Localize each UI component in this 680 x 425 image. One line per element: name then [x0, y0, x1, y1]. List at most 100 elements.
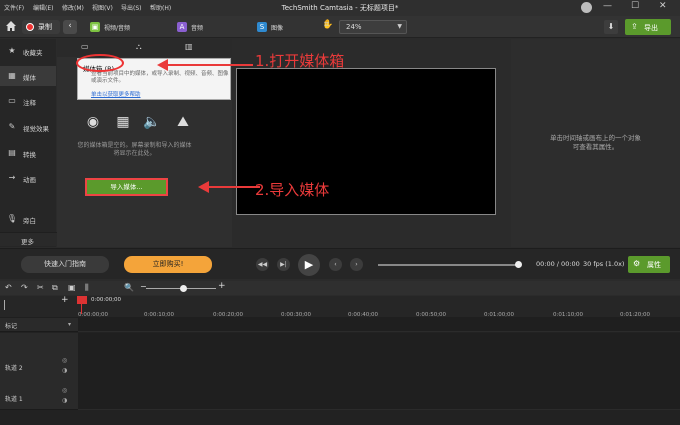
- tools-sidebar: ★ 收藏夹 ▦ 媒体 ▭ 注释 ✎ 视觉效果 ▤ 转换 → 动画 🎙 旁白: [0, 39, 56, 247]
- prev-frame-icon[interactable]: ‹: [329, 258, 342, 271]
- upload-icon: ⇪: [631, 22, 638, 31]
- record-icon: [26, 23, 34, 31]
- buy-now-button[interactable]: 立即购买!: [124, 256, 212, 273]
- next-frame-icon[interactable]: ›: [350, 258, 363, 271]
- wand-icon: ✎: [8, 122, 16, 131]
- export-label: 导出: [644, 24, 658, 32]
- user-avatar-icon[interactable]: [581, 2, 592, 13]
- sidebar-item-visual-effects[interactable]: ✎ 视觉效果: [0, 117, 56, 137]
- audio-icon: A: [177, 22, 187, 32]
- fps-readout: 30 fps (1.0x): [583, 260, 625, 268]
- rewind-icon[interactable]: ▶|: [277, 258, 290, 271]
- home-icon[interactable]: [5, 20, 17, 32]
- timeline-toolbar: ↶ ↷ ✂ ⧉ ▣ ⫼ 🔍 − +: [0, 281, 680, 295]
- tab-audio[interactable]: A 音频: [174, 19, 236, 35]
- timeline-zoom-handle[interactable]: [180, 285, 187, 292]
- collapse-panel-button[interactable]: ‹: [63, 20, 77, 34]
- properties-button-label: 属性: [647, 261, 661, 269]
- track-lock-icon[interactable]: ◑: [62, 397, 67, 404]
- sidebar-item-label: 注释: [23, 99, 36, 107]
- track-lock-icon[interactable]: ◑: [62, 367, 67, 374]
- sidebar-item-label: 媒体: [23, 74, 36, 82]
- tab-label: 图像: [271, 25, 284, 32]
- zoom-value: 24%: [346, 23, 362, 31]
- track-1-label: 轨道 1: [5, 396, 23, 403]
- more-button[interactable]: 更多: [21, 236, 34, 246]
- close-icon[interactable]: ✕: [659, 1, 667, 11]
- minimize-icon[interactable]: —: [603, 1, 612, 11]
- sidebar-item-animations[interactable]: → 动画: [0, 168, 56, 188]
- star-icon: ★: [8, 46, 16, 55]
- crop-tool-icon[interactable]: ⌗: [324, 20, 329, 30]
- add-track-icon[interactable]: +: [61, 295, 69, 305]
- books-tab-icon[interactable]: ▥: [185, 42, 193, 51]
- media-empty-text: 您的媒体箱是空的。屏幕录制和导入的媒体将显示在此处。: [77, 142, 192, 157]
- zoom-in-icon[interactable]: +: [218, 281, 226, 291]
- record-button[interactable]: 录制: [22, 20, 60, 34]
- transition-icon: ▤: [8, 148, 16, 157]
- quick-start-guide-button[interactable]: 快速入门指南: [21, 256, 109, 273]
- track-visibility-icon[interactable]: ◎: [62, 357, 67, 364]
- sidebar-item-label: 动画: [23, 176, 36, 184]
- cut-icon[interactable]: ✂: [37, 283, 44, 292]
- track-visibility-icon[interactable]: ◎: [62, 387, 67, 394]
- step1-arrow: [157, 59, 253, 71]
- marker-track-header: 标记 ▾: [0, 318, 78, 332]
- timeline-tracks: 标记 ▾ 轨道 2 ◎ ◑ 轨道 1 ◎ ◑: [0, 318, 680, 425]
- download-button[interactable]: ⬇: [604, 20, 618, 34]
- split-icon[interactable]: ⫼: [85, 283, 89, 293]
- track-lane-1[interactable]: [78, 380, 680, 410]
- mic-icon: 🎙: [6, 214, 18, 223]
- library-tab-icon[interactable]: ⛬: [136, 42, 142, 52]
- playback-scrubber[interactable]: [378, 264, 520, 266]
- canvas-zoom-select[interactable]: 24% ▼: [339, 20, 407, 34]
- maximize-icon[interactable]: ☐: [631, 1, 639, 11]
- playhead-marker[interactable]: [77, 296, 87, 304]
- export-button[interactable]: ⇪ 导出: [625, 19, 671, 35]
- timeline-expand-handle[interactable]: [4, 300, 10, 310]
- track-2-label: 轨道 2: [5, 365, 23, 372]
- step-back-icon[interactable]: ◀◀: [256, 258, 269, 271]
- step1-annotation: 1.打开媒体箱: [255, 52, 345, 70]
- record-media-icon: ◉: [86, 114, 100, 130]
- redo-icon[interactable]: ↷: [21, 283, 28, 292]
- image-media-icon: ⛰: [177, 114, 189, 130]
- gear-icon: ⚙: [633, 259, 641, 268]
- sidebar-item-media[interactable]: ▦ 媒体: [0, 66, 56, 86]
- tooltip-body: 查看当前项目中的媒体，或导入录制、视频、音频、图像或演示文件。: [91, 71, 229, 84]
- tab-image[interactable]: S 图像: [254, 19, 314, 35]
- chevron-down-icon: ▼: [397, 23, 402, 30]
- step2-annotation: 2.导入媒体: [255, 181, 330, 199]
- properties-empty-text: 单击时间轴或画布上的一个对象 可查看其属性。: [511, 134, 680, 152]
- media-bin-tab-icon[interactable]: ▭: [81, 42, 89, 51]
- sidebar-item-label: 旁白: [23, 217, 36, 225]
- zoom-icon: 🔍: [124, 283, 134, 292]
- copy-icon[interactable]: ⧉: [52, 283, 58, 293]
- zoom-out-icon[interactable]: −: [140, 282, 147, 291]
- paste-icon[interactable]: ▣: [68, 283, 76, 292]
- sidebar-item-transitions[interactable]: ▤ 转换: [0, 143, 56, 163]
- tooltip-help-link[interactable]: 单击以获取更多帮助: [91, 90, 141, 98]
- image-icon: S: [257, 22, 267, 32]
- playback-bar: 快速入门指南 立即购买! ◀◀ ▶| ▶ ‹ › 00:00 / 00:00 3…: [0, 248, 680, 279]
- track-header-1: 轨道 1 ◎ ◑: [0, 380, 78, 410]
- marker-track-lane[interactable]: [78, 318, 680, 332]
- highlight-circle: [76, 54, 124, 72]
- sidebar-item-narration[interactable]: 🎙 旁白: [0, 209, 56, 229]
- sidebar-item-label: 转换: [23, 151, 36, 159]
- video-media-icon: ▦: [116, 114, 130, 130]
- sidebar-item-favorites[interactable]: ★ 收藏夹: [0, 41, 56, 61]
- chevron-down-icon[interactable]: ▾: [68, 321, 71, 328]
- properties-button[interactable]: ⚙ 属性: [628, 256, 670, 273]
- tab-label: 视频/音频: [104, 25, 131, 32]
- undo-icon[interactable]: ↶: [5, 283, 12, 292]
- scrubber-handle[interactable]: [515, 261, 522, 268]
- import-media-button[interactable]: 导入媒体...: [85, 178, 168, 196]
- sidebar-item-annotations[interactable]: ▭ 注释: [0, 91, 56, 111]
- tab-video-audio[interactable]: ▣ 视频/音频: [87, 19, 161, 35]
- time-readout: 00:00 / 00:00: [536, 260, 580, 268]
- menu-bar: 文件(F) 编辑(E) 修改(M) 视图(V) 导出(S) 帮助(H) Tech…: [0, 0, 680, 16]
- film-icon: ▦: [8, 71, 16, 80]
- video-audio-icon: ▣: [90, 22, 100, 32]
- play-button[interactable]: ▶: [298, 254, 320, 276]
